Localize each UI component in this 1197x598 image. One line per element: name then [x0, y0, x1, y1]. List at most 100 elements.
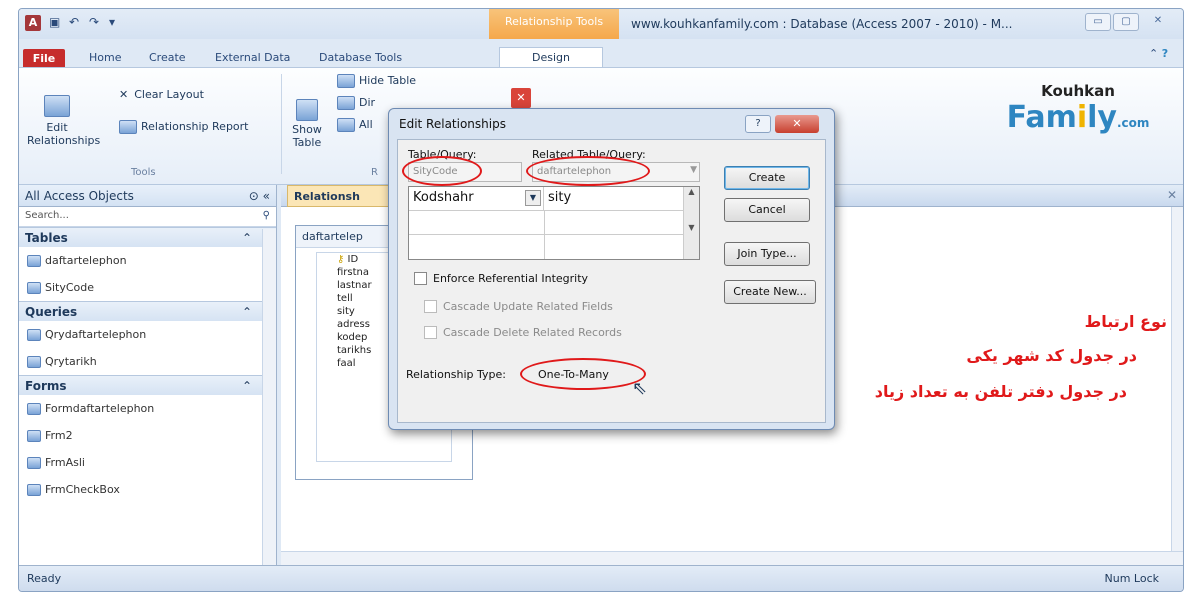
relationship-report-button[interactable]: Relationship Report [119, 120, 249, 134]
close-window-button[interactable]: ✕ [1145, 13, 1171, 31]
relationship-type-label: Relationship Type: [406, 368, 506, 381]
nav-item-frmcheckbox[interactable]: FrmCheckBox [19, 476, 276, 503]
search-icon[interactable]: ⚲ [263, 210, 270, 221]
close-dialog-button[interactable]: ✕ [775, 115, 819, 133]
field-mapping-grid: Kodshahr ▼ sity ▲ ▼ [408, 186, 700, 260]
document-tab-label: Relationsh [294, 190, 360, 203]
create-new-button[interactable]: Create New... [724, 280, 816, 304]
create-button[interactable]: Create [724, 166, 810, 190]
help-icon[interactable]: ? [745, 115, 771, 133]
query-icon [27, 355, 41, 368]
highlight-ellipse-related [526, 156, 650, 186]
nav-category-label: Tables [25, 231, 68, 245]
all-relationships-label: All [359, 118, 373, 131]
empty-grid-row[interactable] [409, 211, 684, 259]
nav-header[interactable]: All Access Objects ⊙ « [19, 185, 276, 207]
grid-scrollbar[interactable]: ▲ ▼ [683, 187, 699, 259]
navigation-pane: All Access Objects ⊙ « Search... ⚲ Tables ⌃… [19, 185, 277, 567]
key-icon: ⚷ [337, 254, 345, 265]
nav-category-forms[interactable]: Forms ⌃ [19, 375, 276, 395]
access-app-icon[interactable]: A [25, 15, 41, 31]
tools-group-label: Tools [131, 167, 156, 178]
field-right-cell[interactable]: sity [544, 187, 684, 211]
tab-database-tools[interactable]: Database Tools [319, 51, 402, 64]
annotation-line1: نوع ارتباط [1084, 312, 1167, 331]
nav-item-label: Qrydaftartelephon [45, 328, 147, 341]
nav-item-label: FrmCheckBox [45, 483, 120, 496]
close-document-icon[interactable]: ✕ [1167, 188, 1177, 202]
field-left-cell[interactable]: Kodshahr [409, 187, 544, 211]
cancel-button[interactable]: Cancel [724, 198, 810, 222]
join-type-button[interactable]: Join Type... [724, 242, 810, 266]
nav-category-queries[interactable]: Queries ⌃ [19, 301, 276, 321]
nav-item-sitycode[interactable]: SityCode [19, 274, 276, 301]
nav-collapse-icon[interactable]: ⊙ « [249, 189, 270, 203]
nav-item-daftartelephon[interactable]: daftartelephon [19, 247, 276, 274]
minimize-button[interactable]: ▭ [1085, 13, 1111, 31]
all-relationships-button[interactable]: All [337, 118, 373, 132]
tab-external-data[interactable]: External Data [215, 51, 290, 64]
redo-icon[interactable]: ↷ [89, 15, 99, 29]
dialog-body: Table/Query: Related Table/Query: SityCo… [397, 139, 826, 423]
nav-header-label: All Access Objects [25, 189, 134, 203]
all-relationships-icon [337, 118, 355, 132]
relationship-tools-contextual-tab: Relationship Tools [489, 9, 619, 39]
nav-item-label: Qrytarikh [45, 355, 97, 368]
nav-category-tables[interactable]: Tables ⌃ [19, 227, 276, 247]
tab-home[interactable]: Home [89, 51, 121, 64]
show-table-icon [296, 99, 318, 121]
nav-scrollbar[interactable] [262, 229, 276, 567]
maximize-button[interactable]: ▢ [1113, 13, 1139, 31]
show-table-button[interactable]: Show Table [289, 86, 325, 162]
nav-item-label: Frm2 [45, 429, 73, 442]
clear-layout-icon: ✕ [119, 88, 129, 101]
nav-category-label: Queries [25, 305, 78, 319]
checkbox-box [414, 272, 427, 285]
logo-line2a: Fam [1006, 100, 1077, 135]
nav-search-placeholder: Search... [25, 210, 69, 221]
edit-relationships-dialog: Edit Relationships ? ✕ Table/Query: Rela… [388, 108, 835, 430]
logo-line3: .com [1116, 116, 1150, 130]
checkbox-box [424, 326, 437, 339]
logo-line2b: i [1076, 100, 1088, 135]
ribbon-separator [281, 74, 282, 174]
window-title: www.kouhkanfamily.com : Database (Access… [631, 17, 1013, 31]
undo-icon[interactable]: ↶ [69, 15, 79, 29]
save-icon[interactable]: ▣ [49, 15, 60, 29]
edit-relationships-icon [44, 95, 70, 117]
nav-item-frm2[interactable]: Frm2 [19, 422, 276, 449]
vertical-scrollbar[interactable] [1171, 207, 1183, 552]
chevron-down-icon[interactable]: ▼ [525, 190, 541, 206]
edit-relationships-button[interactable]: Edit Relationships [27, 82, 101, 160]
quick-access-menu-icon[interactable]: ▾ [109, 15, 115, 29]
ribbon-tabs: File Home Create External Data Database … [19, 39, 1183, 69]
field-right-value: sity [548, 190, 572, 205]
direct-relationships-button[interactable]: Dir [337, 96, 375, 110]
tab-relationships[interactable]: Relationsh [287, 185, 397, 207]
chevron-up-icon[interactable]: ⌃ [242, 231, 252, 245]
tab-design[interactable]: Design [499, 47, 603, 69]
tab-create[interactable]: Create [149, 51, 186, 64]
chevron-up-icon[interactable]: ⌃ [242, 379, 252, 393]
annotation-line3: در جدول دفتر تلفن به تعداد زیاد [874, 382, 1127, 401]
nav-item-formdaftartelephon[interactable]: Formdaftartelephon [19, 395, 276, 422]
tab-file[interactable]: File [23, 49, 65, 69]
help-icon[interactable]: ⌃ ? [1149, 47, 1168, 60]
show-table-label: Show Table [292, 123, 322, 149]
close-relationships-icon[interactable]: ✕ [511, 88, 531, 108]
table-icon [27, 254, 41, 267]
nav-item-qrytarikh[interactable]: Qrytarikh [19, 348, 276, 375]
nav-item-qrydaftartelephon[interactable]: Qrydaftartelephon [19, 321, 276, 348]
chevron-up-icon[interactable]: ⌃ [242, 305, 252, 319]
nav-item-frmasli[interactable]: FrmAsli [19, 449, 276, 476]
status-num-lock: Num Lock [1104, 572, 1160, 585]
checkbox-label: Enforce Referential Integrity [433, 272, 589, 285]
nav-category-label: Forms [25, 379, 67, 393]
form-icon [27, 483, 41, 496]
clear-layout-button[interactable]: ✕ Clear Layout [119, 88, 204, 101]
hide-table-button[interactable]: Hide Table [337, 74, 416, 88]
edit-relationships-label: Edit Relationships [27, 121, 101, 147]
nav-search-input[interactable]: Search... ⚲ [19, 207, 276, 227]
enforce-integrity-checkbox[interactable]: Enforce Referential Integrity [414, 272, 588, 285]
nav-item-label: FrmAsli [45, 456, 85, 469]
